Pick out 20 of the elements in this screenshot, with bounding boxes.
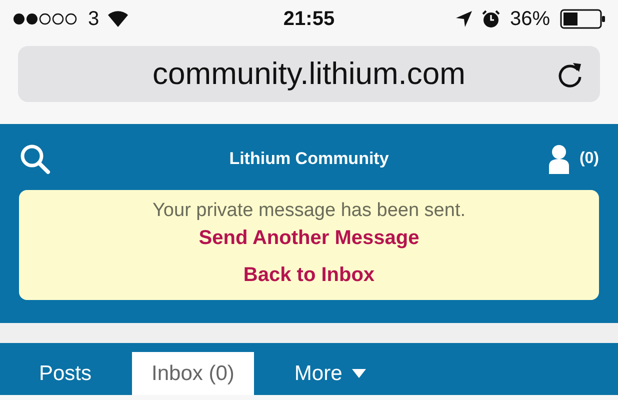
reload-icon[interactable] [556,61,584,89]
notice-message: Your private message has been sent. [152,200,466,222]
location-arrow-icon [456,11,472,27]
battery-percentage: 36% [510,8,550,30]
nav-tab[interactable]: More [274,352,386,395]
notice-link[interactable]: Back to Inbox [243,264,375,287]
caret-icon [352,369,366,378]
message-count[interactable]: (0) [579,150,599,168]
alarm-clock-icon [482,10,500,28]
notice-link[interactable]: Send Another Message [198,227,420,250]
battery-icon [560,9,606,29]
carrier-name: 3 [88,8,100,30]
search-icon[interactable] [19,143,51,175]
nav-tab[interactable]: Inbox (0) [132,352,254,395]
site-title: Lithium Community [229,149,389,168]
address-bar[interactable]: community.lithium.com [18,46,600,102]
nav-tab[interactable]: Posts [19,352,112,395]
user-silhouette-icon[interactable] [547,144,572,174]
wifi-icon [107,11,130,27]
clock-time: 21:55 [283,8,335,30]
